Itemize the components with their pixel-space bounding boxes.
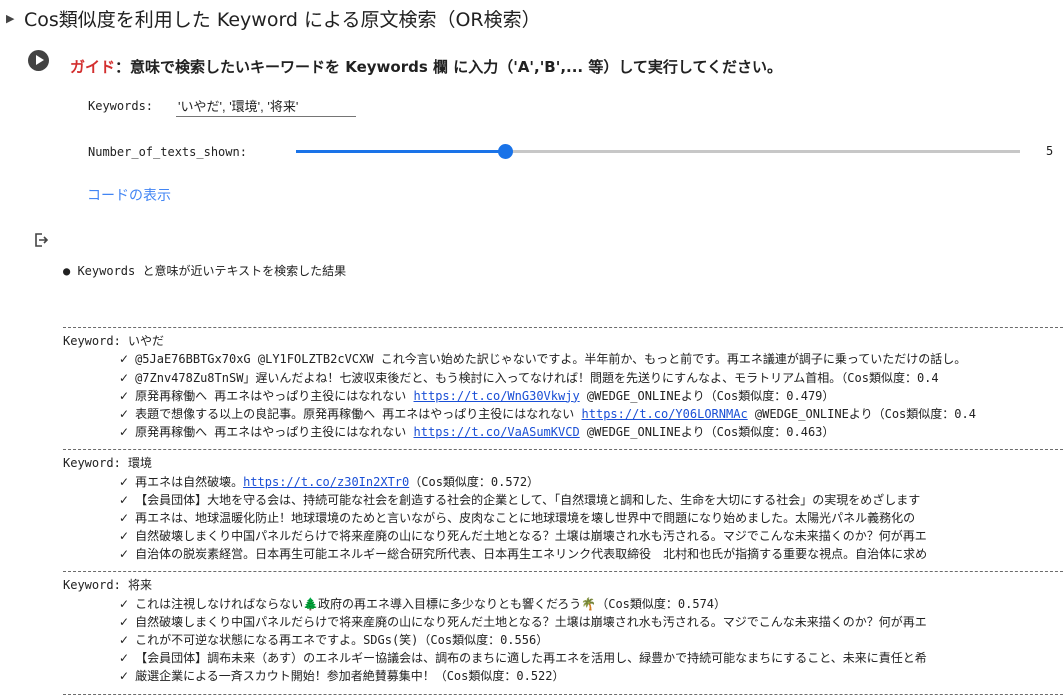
separator-line xyxy=(63,563,1063,573)
separator-line xyxy=(63,319,1063,329)
result-row: ✓ これは注視しなければならない🌲政府の再エネ導入目標に多少なりとも響くだろう🌴（… xyxy=(63,595,1063,613)
guide-body: ：意味で検索したいキーワードを Keywords 欄 に入力（'A','B',.… xyxy=(115,58,782,76)
keyword-heading: Keyword: いやだ xyxy=(63,334,165,349)
keywords-input[interactable] xyxy=(176,95,356,117)
result-text-after: @WEDGE_ONLINEより（Cos類似度：0.4 xyxy=(747,406,976,421)
check-icon: ✓ xyxy=(119,510,130,525)
result-row: ✓ 自然破壊しまくり中国パネルだらけで将来産廃の山になり死んだ土地となる？土壌は崩… xyxy=(63,527,1063,545)
result-row: ✓ @5JaE76BBTGx70xG @LY1FOLZTB2cVCXW これ今言い… xyxy=(63,350,1063,368)
count-slider-fill xyxy=(296,150,506,153)
result-text: @5JaE76BBTGx70xG @LY1FOLZTB2cVCXW これ今言い始… xyxy=(135,352,967,367)
result-row: ✓ 原発再稼働へ 再エネはやっぱり主役にはなれない https://t.co/Wn… xyxy=(63,387,1063,405)
result-text-after: （Cos類似度：0.572） xyxy=(409,474,540,489)
count-value: 5 xyxy=(1046,144,1054,158)
result-text: 再エネは自然破壊。 xyxy=(135,474,244,489)
result-link[interactable]: https://t.co/z30In2XTr0 xyxy=(243,475,409,489)
check-icon: ✓ xyxy=(119,388,130,403)
check-icon: ✓ xyxy=(119,669,130,684)
guide-label: ガイド xyxy=(70,58,116,76)
result-row: ✓ 再エネは、地球温暖化防止！地球環境のためと言いながら、皮肉なことに地球環境を壊… xyxy=(63,509,1063,527)
result-text: 再エネは、地球温暖化防止！地球環境のためと言いながら、皮肉なことに地球環境を壊し… xyxy=(135,510,916,525)
result-row: ✓ 表題で想像する以上の良記事。原発再稼働へ 再エネはやっぱり主役にはなれない h… xyxy=(63,405,1063,423)
check-icon: ✓ xyxy=(119,425,130,440)
guide-text: ガイド：意味で検索したいキーワードを Keywords 欄 に入力（'A','B… xyxy=(70,56,782,77)
keyword-heading: Keyword: 将来 xyxy=(63,578,153,593)
count-label: Number_of_texts_shown: xyxy=(88,145,247,159)
check-icon: ✓ xyxy=(119,633,130,647)
result-link[interactable]: https://t.co/WnG30Vkwjy xyxy=(414,389,580,403)
result-row: ✓ 【会員団体】調布未来（あす）のエネルギー協議会は、調布のまちに適した再エネを活… xyxy=(63,649,1063,667)
check-icon: ✓ xyxy=(119,529,130,544)
result-link[interactable]: https://t.co/Y06LORNMAc xyxy=(582,407,748,421)
section-header[interactable]: ▶ Cos類似度を利用した Keyword による原文検索（OR検索） xyxy=(6,4,541,32)
section-title: Cos類似度を利用した Keyword による原文検索（OR検索） xyxy=(24,8,541,31)
result-text: @7Znv478Zu8TnSW」遅いんだよね！七波収束後だと、もう検討に入ってな… xyxy=(135,370,939,385)
result-text: 自然破壊しまくり中国パネルだらけで将来産廃の山になり死んだ土地となる？土壌は崩壊… xyxy=(135,529,927,544)
result-text: 厳選企業による一斉スカウト開始！参加者絶賛募集中！（Cos類似度：0.522） xyxy=(135,669,565,684)
result-text-after: @WEDGE_ONLINEより（Cos類似度：0.463） xyxy=(579,425,835,440)
check-icon: ✓ xyxy=(119,614,130,629)
output-area: ● Keywords と意味が近いテキストを検索した結果 Keyword: いや… xyxy=(63,262,1063,699)
result-row: ✓ 原発再稼働へ 再エネはやっぱり主役にはなれない https://t.co/Va… xyxy=(63,423,1063,441)
result-text: 【会員団体】大地を守る会は、持続可能な社会を創造する社会的企業として、「自然環境… xyxy=(135,492,921,507)
keyword-heading: Keyword: 環境 xyxy=(63,456,153,471)
check-icon: ✓ xyxy=(119,474,130,489)
result-row: ✓ 自然破壊しまくり中国パネルだらけで将来産廃の山になり死んだ土地となる？土壌は崩… xyxy=(63,613,1063,631)
result-groups: Keyword: いやだ ✓ @5JaE76BBTGx70xG @LY1FOLZTB… xyxy=(63,319,1063,695)
result-row: ✓ 厳選企業による一斉スカウト開始！参加者絶賛募集中！（Cos類似度：0.522） xyxy=(63,667,1063,685)
output-arrow-icon[interactable] xyxy=(33,232,49,248)
expand-caret-icon[interactable]: ▶ xyxy=(6,12,24,25)
result-text: 原発再稼働へ 再エネはやっぱり主役にはなれない xyxy=(135,388,414,403)
result-text: 表題で想像する以上の良記事。原発再稼働へ 再エネはやっぱり主役にはなれない xyxy=(135,406,582,421)
result-text: 【会員団体】調布未来（あす）のエネルギー協議会は、調布のまちに適した再エネを活用… xyxy=(135,651,927,666)
output-intro: ● Keywords と意味が近いテキストを検索した結果 xyxy=(63,264,347,278)
result-text: これは注視しなければならない🌲政府の再エネ導入目標に多少なりとも響くだろう🌴（C… xyxy=(135,596,727,611)
run-cell-button[interactable] xyxy=(28,50,49,71)
check-icon: ✓ xyxy=(119,547,130,562)
result-text: 原発再稼働へ 再エネはやっぱり主役にはなれない xyxy=(135,425,414,440)
result-row: ✓ @7Znv478Zu8TnSW」遅いんだよね！七波収束後だと、もう検討に入って… xyxy=(63,369,1063,387)
result-row: ✓ 【会員団体】大地を守る会は、持続可能な社会を創造する社会的企業として、「自然環… xyxy=(63,491,1063,509)
show-code-link[interactable]: コードの表示 xyxy=(87,185,171,205)
check-icon: ✓ xyxy=(119,352,130,367)
result-text: これが不可逆な状態になる再エネですよ。SDGs(笑)（Cos類似度：0.556） xyxy=(135,633,549,647)
separator-line xyxy=(63,441,1063,451)
check-icon: ✓ xyxy=(119,651,130,666)
result-row: ✓ 自治体の脱炭素経営。日本再生可能エネルギー総合研究所代表、日本再生エネリンク代… xyxy=(63,545,1063,563)
result-row: ✓ これが不可逆な状態になる再エネですよ。SDGs(笑)（Cos類似度：0.556… xyxy=(63,631,1063,649)
separator-line xyxy=(63,686,1063,695)
count-slider-thumb[interactable] xyxy=(498,144,514,159)
output-spacer xyxy=(63,280,1063,319)
check-icon: ✓ xyxy=(119,492,130,507)
check-icon: ✓ xyxy=(119,596,130,611)
result-text-after: @WEDGE_ONLINEより（Cos類似度：0.479） xyxy=(579,388,835,403)
result-text: 自治体の脱炭素経営。日本再生可能エネルギー総合研究所代表、日本再生エネリンク代表… xyxy=(135,547,928,562)
result-text: 自然破壊しまくり中国パネルだらけで将来産廃の山になり死んだ土地となる？土壌は崩壊… xyxy=(135,614,927,629)
count-slider-track[interactable] xyxy=(296,150,1020,153)
check-icon: ✓ xyxy=(119,370,130,385)
keywords-label: Keywords: xyxy=(88,99,154,113)
result-row: ✓ 再エネは自然破壊。https://t.co/z30In2XTr0（Cos類似度… xyxy=(63,473,1063,491)
check-icon: ✓ xyxy=(119,406,130,421)
result-link[interactable]: https://t.co/VaASumKVCD xyxy=(414,425,580,439)
